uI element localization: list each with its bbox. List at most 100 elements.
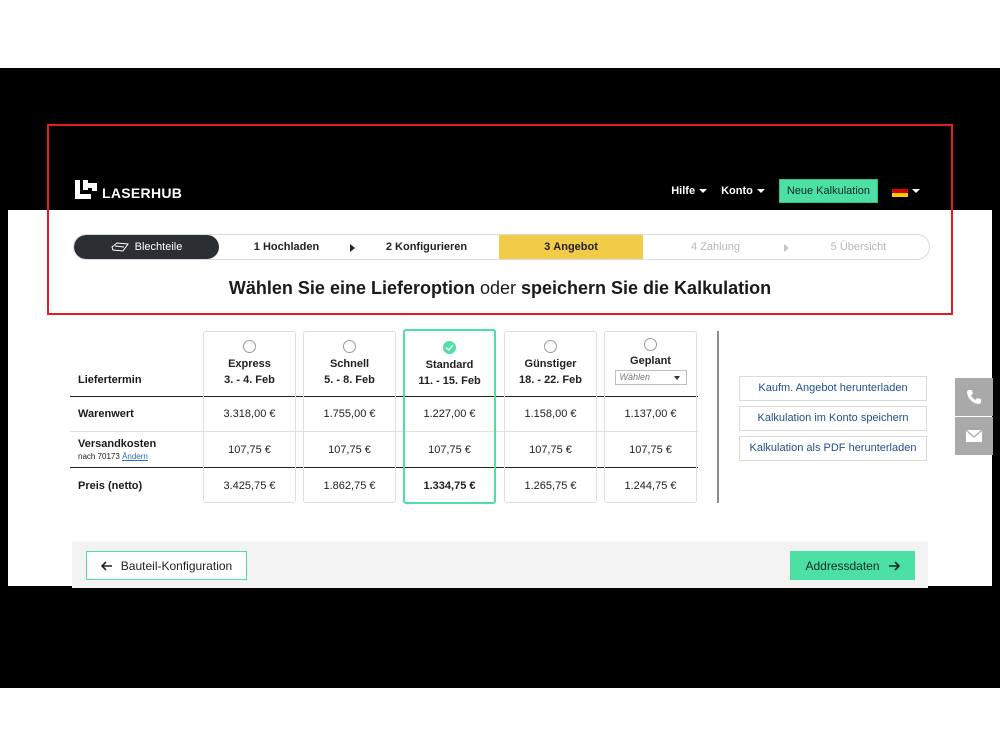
- step-configure[interactable]: 2 Konfigurieren: [350, 235, 499, 259]
- option-express[interactable]: Express 3. - 4. Feb 3.318,00 € 107,75 € …: [203, 331, 296, 503]
- option-header: Geplant Wählen: [605, 332, 696, 398]
- select-placeholder: Wählen: [619, 372, 651, 382]
- step-overview: 5 Übersicht: [784, 235, 929, 259]
- sheet-metal-icon: [111, 242, 129, 252]
- goods-value: 3.318,00 €: [223, 408, 276, 420]
- option-name: Günstiger: [524, 358, 577, 370]
- step-number: 4: [691, 241, 698, 253]
- progress-stepper: Blechteile 1 Hochladen 2 Konfigurieren 3…: [73, 234, 930, 260]
- shipping-destination: nach 70173 Ändern: [78, 452, 156, 461]
- goods-value: 1.137,00 €: [624, 408, 677, 420]
- radio-guenstiger[interactable]: [544, 340, 557, 353]
- step-label: Konfigurieren: [395, 241, 468, 253]
- option-header: Schnell 5. - 8. Feb: [304, 332, 395, 398]
- language-menu[interactable]: [892, 185, 920, 197]
- radio-geplant[interactable]: [644, 338, 657, 351]
- page-title: Wählen Sie eine Lieferoption oder speich…: [8, 278, 992, 299]
- option-date: 18. - 22. Feb: [519, 374, 582, 386]
- shipping-zip: nach 70173: [78, 452, 120, 461]
- title-part-2: oder: [474, 278, 521, 298]
- back-label: Bauteil-Konfiguration: [120, 558, 233, 573]
- column-separator: [717, 331, 719, 503]
- goods-value: 1.158,00 €: [524, 408, 577, 420]
- option-name: Geplant: [630, 355, 671, 367]
- price-value: 1.334,75 €: [423, 480, 476, 492]
- step-number: 2: [385, 241, 392, 253]
- email-contact-button[interactable]: [955, 417, 993, 455]
- step-payment: 4 Zahlung: [643, 235, 788, 259]
- save-to-account-button[interactable]: Kalkulation im Konto speichern: [739, 406, 927, 431]
- step-label: Übersicht: [839, 241, 887, 253]
- account-label: Konto: [721, 185, 753, 197]
- category-pill[interactable]: Blechteile: [74, 235, 219, 259]
- row-label-shipping: Versandkosten nach 70173 Ändern: [78, 438, 156, 461]
- download-pdf-button[interactable]: Kalkulation als PDF herunterladen: [739, 436, 927, 461]
- account-menu[interactable]: Konto: [721, 185, 765, 197]
- app-window: LASERHUB Hilfe Konto Neue Kalkulation Bl…: [8, 68, 992, 586]
- arrow-left-icon: [100, 560, 112, 571]
- price-value: 1.862,75 €: [323, 480, 376, 492]
- option-guenstiger[interactable]: Günstiger 18. - 22. Feb 1.158,00 € 107,7…: [504, 331, 597, 503]
- shipping-value: 107,75 €: [428, 444, 471, 456]
- step-number: 1: [253, 241, 260, 253]
- chevron-down-icon: [699, 189, 708, 193]
- goods-value: 1.227,00 €: [423, 408, 476, 420]
- step-offer[interactable]: 3 Angebot: [499, 235, 643, 259]
- title-part-3: speichern Sie die Kalkulation: [521, 278, 772, 298]
- step-number: 3: [544, 241, 551, 253]
- laserhub-logo-icon: [75, 180, 97, 199]
- row-label-date: Liefertermin: [78, 374, 142, 386]
- step-label: Zahlung: [700, 241, 740, 253]
- next-label: Addressdaten: [805, 558, 880, 573]
- row-label-price: Preis (netto): [78, 480, 143, 492]
- date-select[interactable]: Wählen: [614, 370, 687, 385]
- checkmark-icon: [445, 344, 454, 351]
- option-date: 3. - 4. Feb: [224, 374, 275, 386]
- flag-de-icon: [892, 185, 908, 197]
- back-to-configuration-button[interactable]: Bauteil-Konfiguration: [86, 551, 247, 580]
- step-arrow-icon: [350, 244, 355, 252]
- shipping-value: 107,75 €: [529, 444, 572, 456]
- radio-standard[interactable]: [443, 341, 456, 354]
- step-label: Angebot: [553, 241, 598, 253]
- title-part-1: Wählen Sie eine Lieferoption: [228, 278, 475, 298]
- step-arrow-icon: [784, 244, 789, 252]
- option-name: Express: [228, 358, 271, 370]
- shipping-value: 107,75 €: [228, 444, 271, 456]
- option-standard[interactable]: Standard 11. - 15. Feb 1.227,00 € 107,75…: [403, 329, 496, 504]
- option-geplant[interactable]: Geplant Wählen 1.137,00 € 107,75 € 1.244…: [604, 331, 697, 503]
- radio-express[interactable]: [243, 340, 256, 353]
- option-header: Standard 11. - 15. Feb: [405, 333, 494, 399]
- shipping-value: 107,75 €: [629, 444, 672, 456]
- step-upload[interactable]: 1 Hochladen: [219, 235, 354, 259]
- top-nav: Hilfe Konto Neue Kalkulation: [671, 179, 920, 203]
- price-value: 1.265,75 €: [524, 480, 577, 492]
- option-date: 11. - 15. Feb: [418, 375, 481, 387]
- price-value: 1.244,75 €: [624, 480, 677, 492]
- change-zip-link[interactable]: Ändern: [122, 452, 148, 461]
- header: LASERHUB Hilfe Konto Neue Kalkulation: [8, 68, 992, 210]
- category-label: Blechteile: [134, 241, 183, 253]
- chevron-down-icon: [756, 189, 765, 193]
- help-menu[interactable]: Hilfe: [671, 185, 708, 197]
- envelope-icon: [966, 430, 982, 442]
- logo-text: LASERHUB: [102, 185, 183, 201]
- step-label: Hochladen: [262, 241, 320, 253]
- address-data-button[interactable]: Addressdaten: [790, 551, 915, 580]
- chevron-down-icon: [673, 376, 680, 380]
- option-header: Günstiger 18. - 22. Feb: [505, 332, 596, 398]
- option-header: Express 3. - 4. Feb: [204, 332, 295, 398]
- phone-contact-button[interactable]: [955, 378, 993, 416]
- new-calculation-button[interactable]: Neue Kalkulation: [778, 179, 878, 203]
- step-number: 5: [830, 241, 837, 253]
- shipping-value: 107,75 €: [328, 444, 371, 456]
- download-offer-button[interactable]: Kaufm. Angebot herunterladen: [739, 376, 927, 401]
- goods-value: 1.755,00 €: [323, 408, 376, 420]
- row-label-goods: Warenwert: [78, 408, 134, 420]
- logo[interactable]: LASERHUB: [74, 178, 183, 201]
- arrow-right-icon: [888, 560, 900, 571]
- price-value: 3.425,75 €: [223, 480, 276, 492]
- option-schnell[interactable]: Schnell 5. - 8. Feb 1.755,00 € 107,75 € …: [303, 331, 396, 503]
- option-date: 5. - 8. Feb: [324, 374, 375, 386]
- radio-schnell[interactable]: [343, 340, 356, 353]
